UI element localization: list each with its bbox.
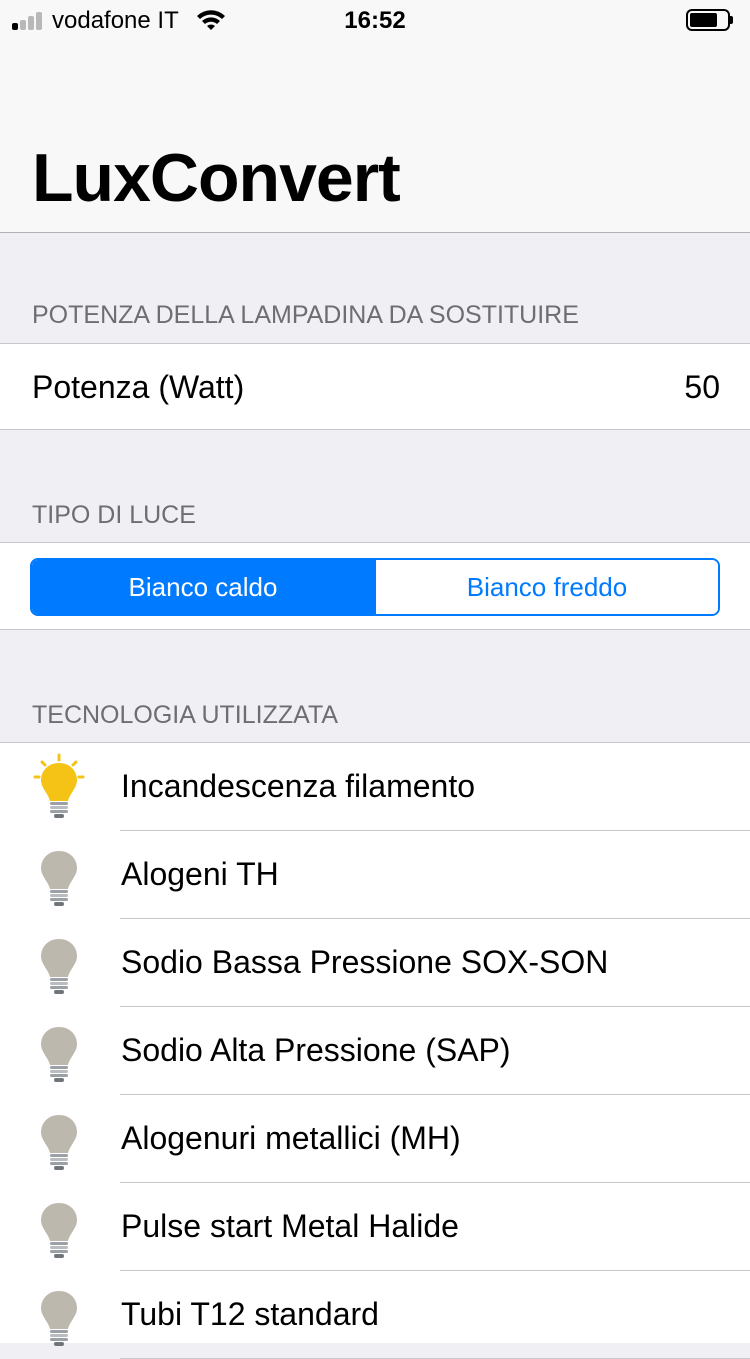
lit-lightbulb-icon (33, 753, 85, 818)
lightbulb-icon (41, 1291, 77, 1346)
list-item[interactable]: Tubi T12 standard (0, 1271, 750, 1359)
list-item-label: Sodio Alta Pressione (SAP) (121, 1032, 511, 1068)
list-item-label: Tubi T12 standard (121, 1296, 379, 1332)
list-item-label: Alogeni TH (121, 856, 279, 892)
section-header-power: POTENZA DELLA LAMPADINA DA SOSTITUIRE (32, 301, 579, 329)
list-item[interactable]: Alogeni TH (0, 831, 750, 919)
light-type-cell: Bianco caldo Bianco freddo (0, 542, 750, 630)
lightbulb-icon (41, 939, 77, 994)
lightbulb-icon (41, 851, 77, 906)
list-item-label: Alogenuri metallici (MH) (121, 1120, 461, 1156)
navigation-bar: LuxConvert (0, 40, 750, 233)
power-label: Potenza (Watt) (32, 369, 245, 405)
list-item-label: Pulse start Metal Halide (121, 1208, 459, 1244)
section-header-technology: TECNOLOGIA UTILIZZATA (32, 701, 339, 729)
list-item[interactable]: Pulse start Metal Halide (0, 1183, 750, 1271)
power-value-field[interactable]: 50 (684, 368, 720, 406)
list-item[interactable]: Sodio Alta Pressione (SAP) (0, 1007, 750, 1095)
status-bar: vodafone IT 16:52 (0, 0, 750, 40)
technology-list: Incandescenza filamento Alogeni TH Sodio B… (0, 742, 750, 1359)
list-item[interactable]: Alogenuri metallici (MH) (0, 1095, 750, 1183)
list-item-label: Sodio Bassa Pressione SOX-SON (121, 944, 609, 980)
page-title: LuxConvert (32, 140, 401, 216)
status-time: 16:52 (344, 7, 406, 34)
battery-icon (686, 9, 733, 31)
lightbulb-icon (41, 1203, 77, 1258)
section-header-light-type: TIPO DI LUCE (32, 501, 196, 529)
list-item[interactable]: Sodio Bassa Pressione SOX-SON (0, 919, 750, 1007)
list-item[interactable]: Incandescenza filamento (0, 743, 750, 831)
segment-cool-white[interactable]: Bianco freddo (374, 560, 718, 614)
lightbulb-icon (41, 1115, 77, 1170)
lightbulb-icon (41, 1027, 77, 1082)
power-cell[interactable]: Potenza (Watt) 50 (0, 343, 750, 430)
segment-warm-white[interactable]: Bianco caldo (32, 560, 374, 614)
list-item-label: Incandescenza filamento (121, 768, 475, 804)
light-type-segmented-control[interactable]: Bianco caldo Bianco freddo (30, 558, 720, 616)
